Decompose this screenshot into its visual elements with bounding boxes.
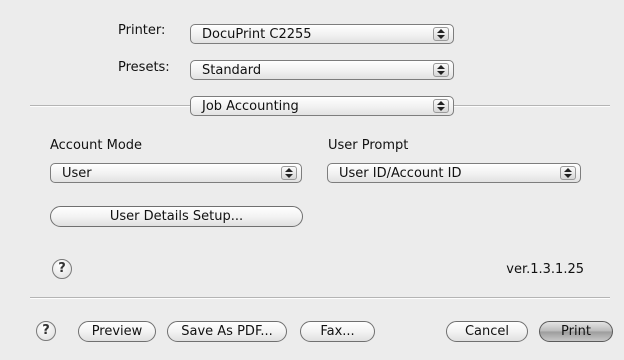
presets-value: Standard <box>202 63 262 78</box>
presets-popup[interactable]: Standard <box>190 60 454 80</box>
presets-label: Presets: <box>118 60 170 75</box>
panel-separator-right <box>454 105 610 107</box>
help-icon[interactable]: ? <box>52 259 72 279</box>
printer-value: DocuPrint C2255 <box>202 27 312 42</box>
footer-help-icon[interactable]: ? <box>36 321 56 341</box>
footer-separator <box>30 297 610 299</box>
fax-button[interactable]: Fax... <box>300 321 375 342</box>
panel-separator-left <box>30 105 190 107</box>
account-mode-label: Account Mode <box>50 138 143 153</box>
cancel-button[interactable]: Cancel <box>446 321 528 342</box>
panel-popup[interactable]: Job Accounting <box>190 96 454 116</box>
account-mode-value: User <box>62 166 92 181</box>
user-details-setup-button[interactable]: User Details Setup... <box>50 206 303 227</box>
popup-arrows-icon <box>433 63 449 77</box>
account-mode-popup[interactable]: User <box>50 163 302 183</box>
panel-value: Job Accounting <box>202 99 299 114</box>
printer-label: Printer: <box>118 23 166 38</box>
print-button[interactable]: Print <box>539 321 613 342</box>
popup-arrows-icon <box>281 166 297 180</box>
user-prompt-label: User Prompt <box>328 138 409 153</box>
popup-arrows-icon <box>433 27 449 41</box>
save-as-pdf-button[interactable]: Save As PDF... <box>167 321 287 342</box>
popup-arrows-icon <box>433 99 449 113</box>
printer-popup[interactable]: DocuPrint C2255 <box>190 24 454 44</box>
version-text: ver.1.3.1.25 <box>506 262 584 277</box>
user-prompt-value: User ID/Account ID <box>339 166 462 181</box>
user-prompt-popup[interactable]: User ID/Account ID <box>327 163 581 183</box>
popup-arrows-icon <box>560 166 576 180</box>
preview-button[interactable]: Preview <box>78 321 156 342</box>
